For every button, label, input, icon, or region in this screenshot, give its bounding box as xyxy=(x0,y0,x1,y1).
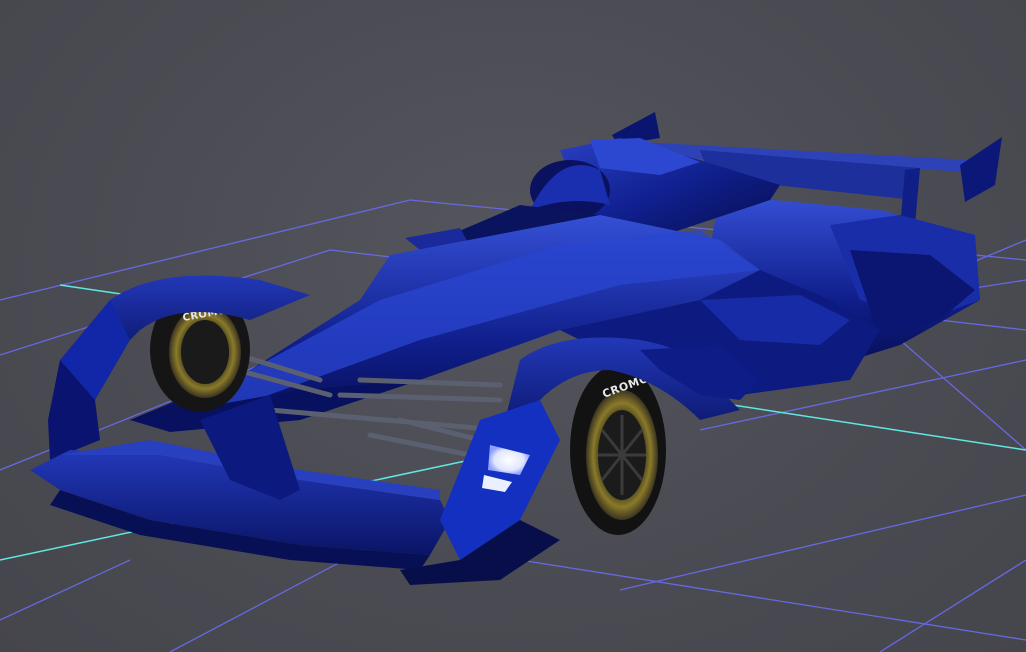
right-front-wheel[interactable]: CROMO xyxy=(570,365,666,535)
scene-canvas[interactable]: CROMO CROMO xyxy=(0,0,1026,652)
3d-viewport[interactable]: CROMO CROMO xyxy=(0,0,1026,652)
